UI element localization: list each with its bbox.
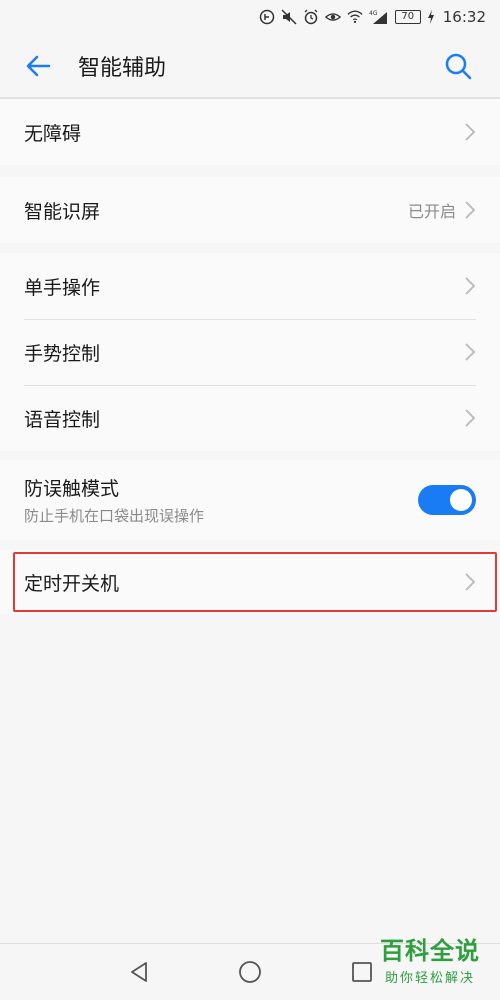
chevron-right-icon — [464, 276, 476, 296]
circle-home-icon — [239, 961, 261, 983]
setting-row-pocket-mode: 防误触模式 防止手机在口袋出现误操作 — [0, 460, 500, 540]
mute-icon — [281, 9, 297, 25]
setting-label: 手势控制 — [24, 342, 101, 365]
search-button[interactable] — [438, 46, 478, 86]
app-header: 智能辅助 — [0, 34, 500, 98]
data-saver-icon — [259, 9, 275, 25]
chevron-right-icon — [464, 408, 476, 428]
setting-label: 无障碍 — [24, 122, 82, 145]
svg-text:4G: 4G — [369, 10, 378, 17]
setting-row-smart-screen-recognition[interactable]: 智能识屏 已开启 — [0, 177, 500, 243]
triangle-back-icon — [131, 962, 147, 982]
back-button[interactable] — [18, 46, 58, 86]
eye-comfort-icon — [324, 9, 341, 25]
setting-row-gesture-control[interactable]: 手势控制 — [0, 319, 500, 385]
charging-icon — [427, 9, 435, 25]
settings-group-controls: 单手操作 手势控制 语音控制 — [0, 253, 500, 451]
chevron-right-icon — [464, 342, 476, 362]
setting-label: 防误触模式 — [24, 478, 120, 500]
setting-row-voice-control[interactable]: 语音控制 — [0, 385, 500, 451]
settings-group-screen-recognition: 智能识屏 已开启 — [0, 177, 500, 243]
back-arrow-icon — [26, 55, 51, 77]
battery-indicator: 70 — [394, 10, 421, 24]
chevron-right-icon — [464, 572, 476, 592]
search-icon — [445, 53, 472, 80]
setting-label: 单手操作 — [24, 276, 101, 299]
nav-back-button[interactable] — [125, 958, 153, 986]
setting-value: 已开启 — [407, 202, 456, 221]
clock: 16:32 — [442, 8, 486, 26]
settings-group-scheduled-power: 定时开关机 — [0, 550, 500, 614]
setting-label: 语音控制 — [24, 408, 101, 431]
setting-row-scheduled-power[interactable]: 定时开关机 — [0, 550, 500, 614]
page-title: 智能辅助 — [78, 56, 167, 81]
chevron-right-icon — [464, 200, 476, 220]
toggle-knob — [450, 489, 472, 511]
screen: 4G 70 16:32 智能辅助 无障碍 智能识屏 已开启 单手操作 手势控制 … — [0, 0, 500, 1000]
nav-home-button[interactable] — [236, 958, 264, 986]
setting-label: 定时开关机 — [24, 572, 120, 595]
status-bar: 4G 70 16:32 — [0, 0, 500, 34]
setting-row-accessibility[interactable]: 无障碍 — [0, 99, 500, 165]
wifi-icon — [347, 9, 363, 25]
watermark-title: 百科全说 — [380, 937, 480, 966]
setting-label: 智能识屏 — [24, 200, 101, 223]
pocket-mode-toggle[interactable] — [418, 485, 476, 515]
settings-group-accessibility: 无障碍 — [0, 99, 500, 165]
setting-row-one-handed[interactable]: 单手操作 — [0, 253, 500, 319]
chevron-right-icon — [464, 122, 476, 142]
setting-description: 防止手机在口袋出现误操作 — [24, 507, 205, 525]
settings-group-pocket-mode: 防误触模式 防止手机在口袋出现误操作 — [0, 460, 500, 540]
alarm-icon — [303, 9, 319, 25]
signal-icon: 4G — [369, 9, 389, 25]
watermark-subtitle: 助你轻松解决 — [384, 970, 475, 986]
status-icons: 4G 70 16:32 — [259, 8, 486, 26]
watermark-logo: 百科全说 助你轻松解决 — [370, 932, 490, 992]
